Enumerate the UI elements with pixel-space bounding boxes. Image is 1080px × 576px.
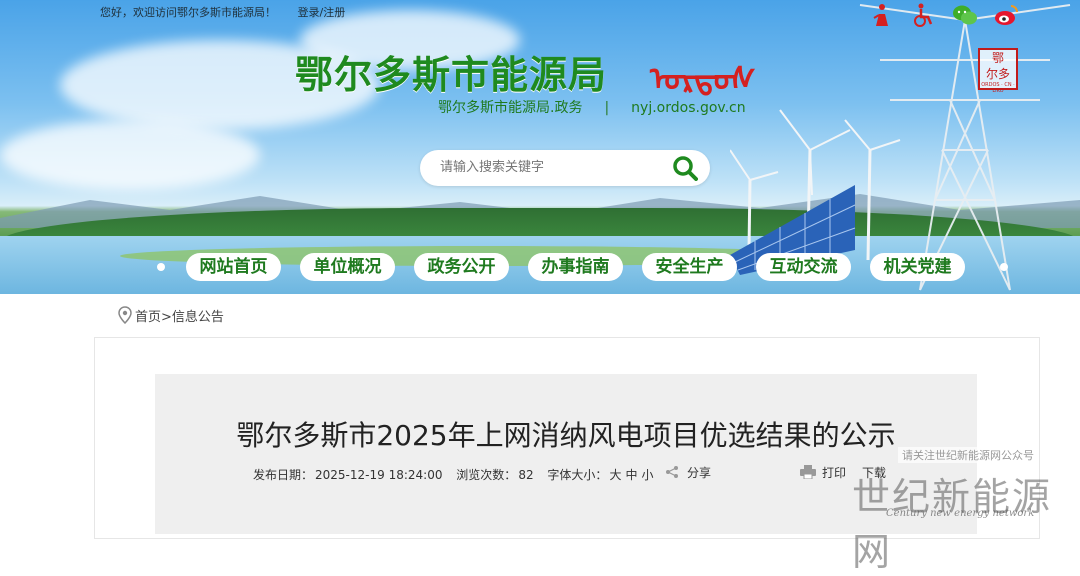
gov-name: 鄂尔多斯市能源局.政务 (438, 100, 583, 116)
share-icon (666, 466, 678, 478)
weibo-icon[interactable] (994, 2, 1020, 28)
breadcrumb: 首页>信息公告 (118, 306, 224, 325)
views-label: 浏览次数： (456, 468, 517, 482)
publish-date-label: 发布日期： (253, 468, 314, 482)
site-subline: 鄂尔多斯市能源局.政务 | nyj.ordos.gov.cn (438, 97, 746, 117)
nav-item-home[interactable]: 网站首页 (186, 253, 281, 281)
header-banner: 您好，欢迎访问鄂尔多斯市能源局！ 登录/注册 鄂尔多斯市能源局 ᠣᠷᠳᠣᠰ 鄂尔… (0, 0, 1080, 294)
print-icon (800, 465, 816, 480)
share-label: 分享 (687, 466, 712, 480)
watermark-logo-text: 世纪新能源网 (852, 475, 1053, 574)
nav-item-safety[interactable]: 安全生产 (642, 253, 737, 281)
seal-small-text: ORDOS · CN · LIKO (981, 82, 1015, 94)
font-size-large[interactable]: 大 (609, 468, 621, 482)
font-size-small[interactable]: 小 (641, 468, 653, 482)
watermark-english-text: Century new energy network (886, 508, 1035, 519)
subline-separator: | (604, 100, 610, 116)
font-size-label: 字体大小： (547, 468, 608, 482)
search-box (420, 150, 710, 186)
nav-item-interaction[interactable]: 互动交流 (756, 253, 851, 281)
top-bar: 您好，欢迎访问鄂尔多斯市能源局！ 登录/注册 (100, 4, 363, 20)
nav-item-party[interactable]: 机关党建 (870, 253, 965, 281)
print-label: 打印 (822, 466, 847, 480)
social-icons (868, 2, 1028, 32)
publish-date: 2025-12-19 18:24:00 (315, 468, 443, 482)
nav-dot (157, 263, 165, 271)
views-count: 82 (518, 468, 534, 482)
site-domain: nyj.ordos.gov.cn (631, 100, 746, 116)
nav-item-gov-affairs[interactable]: 政务公开 (414, 253, 509, 281)
site-title: 鄂尔多斯市能源局 (295, 53, 608, 97)
accessibility-icon[interactable] (910, 2, 936, 28)
seal-char: 尔多 (985, 67, 1010, 81)
login-link[interactable]: 登录/注册 (298, 6, 346, 19)
nav-dot (1000, 263, 1008, 271)
font-size-medium[interactable]: 中 (625, 468, 637, 482)
seal-char: 鄂 (991, 51, 1004, 65)
share-button[interactable]: 分享 (665, 464, 711, 481)
search-input[interactable] (438, 159, 662, 176)
breadcrumb-current[interactable]: 信息公告 (172, 310, 224, 325)
cloud (0, 120, 260, 190)
nav-item-service-guide[interactable]: 办事指南 (528, 253, 623, 281)
breadcrumb-sep: > (161, 310, 172, 325)
mongolian-title: ᠣᠷᠳᠣᠰ (650, 60, 756, 98)
main-nav: 网站首页 单位概况 政务公开 办事指南 安全生产 互动交流 机关党建 (155, 253, 1015, 281)
city-seal-logo: 鄂 尔多 ORDOS · CN · LIKO (978, 48, 1018, 94)
welcome-text: 您好，欢迎访问鄂尔多斯市能源局！ (100, 6, 276, 19)
nav-item-overview[interactable]: 单位概况 (300, 253, 395, 281)
wechat-icon[interactable] (952, 2, 978, 28)
elder-care-icon[interactable] (868, 2, 894, 28)
breadcrumb-home[interactable]: 首页 (135, 310, 161, 325)
location-pin-icon (118, 306, 132, 324)
search-icon[interactable] (672, 155, 698, 181)
watermark-follow-text: 请关注世纪新能源网公众号 (898, 447, 1038, 463)
article-meta: 发布日期： 2025-12-19 18:24:00 浏览次数： 82 字体大小：大中… (253, 466, 663, 483)
article-title: 鄂尔多斯市2025年上网消纳风电项目优选结果的公示 (236, 419, 896, 452)
energy-illustration (730, 4, 1071, 291)
